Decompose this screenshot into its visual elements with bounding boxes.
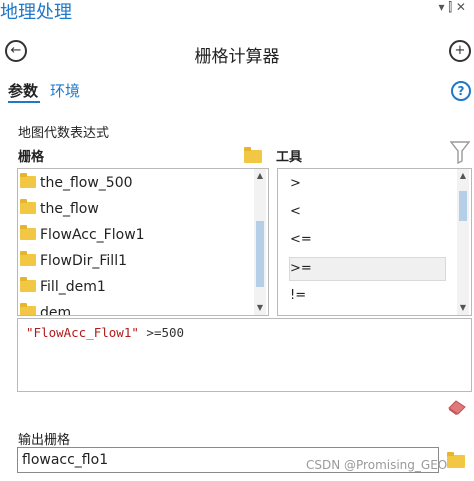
clear-expression-icon[interactable] (446, 398, 468, 420)
tools-label: 工具 (276, 150, 303, 165)
add-icon[interactable]: + (449, 40, 471, 62)
raster-item[interactable]: the_flow (20, 196, 99, 222)
raster-folder-icon (20, 173, 36, 188)
scroll-up-icon[interactable]: ▲ (457, 170, 469, 182)
scroll-up-icon[interactable]: ▲ (254, 170, 266, 182)
help-icon[interactable]: ? (451, 81, 471, 101)
tool-title: 栅格计算器 (194, 47, 280, 67)
operator-item[interactable]: > (290, 173, 450, 195)
output-raster-label: 输出栅格 (18, 433, 71, 448)
raster-folder-icon (20, 277, 36, 292)
scroll-down-icon[interactable]: ▼ (254, 302, 266, 314)
scroll-down-icon[interactable]: ▼ (457, 302, 469, 314)
pane-title: 地理处理 (0, 2, 72, 23)
raster-item[interactable]: dem (20, 300, 71, 315)
operator-item[interactable]: <= (290, 229, 450, 251)
pane-options-icons[interactable]: ▾ ⫿ ✕ (438, 0, 466, 15)
expression-editor[interactable]: "FlowAcc_Flow1" >=500 (17, 318, 472, 392)
rasters-label: 栅格 (18, 150, 45, 165)
raster-folder-icon (20, 225, 36, 240)
raster-folder-icon (20, 199, 36, 214)
operator-item[interactable]: != (290, 285, 450, 307)
watermark: CSDN @Promising_GEO (306, 458, 448, 472)
operator-list[interactable]: > < <= >= != ▲ ▼ (277, 168, 472, 316)
raster-folder-icon (20, 303, 36, 315)
filter-icon[interactable] (449, 140, 471, 168)
raster-list-scrollbar[interactable]: ▲ ▼ (254, 169, 266, 315)
raster-item[interactable]: FlowDir_Fill1 (20, 248, 127, 274)
raster-folder-icon (20, 251, 36, 266)
expression-text: "FlowAcc_Flow1" >=500 (26, 325, 185, 340)
browse-folder-icon[interactable] (244, 147, 266, 166)
tab-parameters[interactable]: 参数 (8, 80, 38, 101)
operator-item-selected[interactable]: >= (289, 257, 446, 281)
active-tab-indicator (8, 101, 40, 103)
operator-list-scrollbar[interactable]: ▲ ▼ (457, 169, 469, 315)
output-browse-folder-icon[interactable] (447, 452, 469, 471)
scroll-thumb[interactable] (256, 221, 264, 287)
raster-item[interactable]: the_flow_500 (20, 170, 133, 196)
map-algebra-label: 地图代数表达式 (18, 126, 110, 141)
operator-item[interactable]: < (290, 201, 450, 223)
raster-item[interactable]: Fill_dem1 (20, 274, 106, 300)
scroll-thumb[interactable] (459, 191, 467, 221)
raster-list[interactable]: the_flow_500 the_flow FlowAcc_Flow1 Flow… (17, 168, 269, 316)
tab-environments[interactable]: 环境 (50, 80, 80, 101)
raster-item[interactable]: FlowAcc_Flow1 (20, 222, 145, 248)
